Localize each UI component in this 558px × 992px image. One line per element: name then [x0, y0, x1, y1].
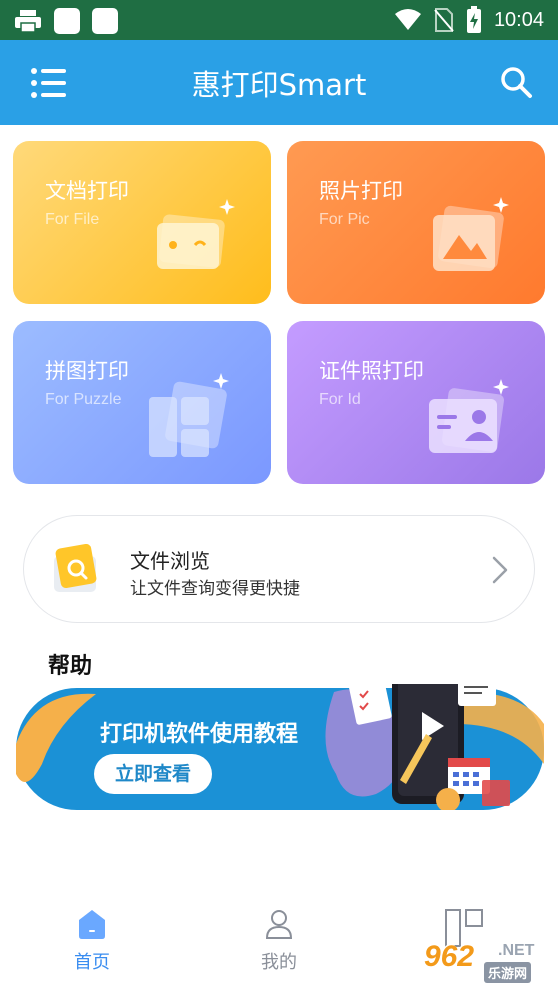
app-bar: 惠打印Smart [0, 40, 558, 125]
file-search-icon [54, 544, 97, 592]
card-title: 照片打印 [319, 179, 403, 203]
status-left [14, 8, 118, 34]
view-now-button[interactable]: 立即查看 [94, 754, 212, 794]
puzzle-grid-icon [149, 373, 229, 457]
file-browse-row[interactable]: 文件浏览 让文件查询变得更快捷 [23, 515, 535, 623]
card-subtitle: For Puzzle [45, 391, 122, 408]
home-icon [79, 910, 105, 939]
photo-print-card[interactable]: 照片打印 For Pic [287, 141, 545, 304]
card-subtitle: For Id [319, 391, 361, 408]
watermark-number: 962 [424, 940, 475, 973]
wifi-icon [394, 9, 421, 30]
tab-label: 我的 [261, 952, 297, 973]
help-heading: 帮助 [48, 654, 93, 679]
notification-icon [54, 8, 80, 34]
battery-charging-icon [466, 6, 481, 33]
watermark-cn: 乐游网 [484, 962, 532, 983]
status-right: 10:04 [394, 6, 544, 34]
file-print-card[interactable]: 文档打印 For File [13, 141, 271, 304]
site-watermark: 962 .NET 乐游网 [424, 940, 552, 986]
card-subtitle: For File [45, 211, 100, 228]
notification-icon [92, 8, 118, 34]
browse-subtitle: 让文件查询变得更快捷 [130, 579, 300, 599]
printer-icon [15, 10, 41, 33]
id-card-icon [429, 379, 509, 453]
status-time: 10:04 [493, 8, 544, 31]
chevron-right-icon [492, 556, 508, 584]
no-sim-icon [434, 8, 454, 32]
app-title: 惠打印Smart [191, 68, 367, 102]
folder-icon [157, 199, 235, 269]
id-photo-print-card[interactable]: 证件照打印 For Id [287, 321, 545, 484]
tab-home[interactable]: 首页 [32, 908, 152, 974]
user-icon [265, 910, 293, 939]
card-title: 拼图打印 [45, 359, 129, 383]
card-title: 文档打印 [45, 179, 129, 203]
watermark-net: .NET [498, 942, 535, 959]
card-title: 证件照打印 [319, 359, 424, 383]
status-bar: 10:04 [0, 0, 558, 40]
banner-title: 打印机软件使用教程 [100, 722, 299, 747]
puzzle-print-card[interactable]: 拼图打印 For Puzzle [13, 321, 271, 484]
card-subtitle: For Pic [319, 211, 370, 228]
tab-label: 首页 [74, 952, 110, 973]
search-icon[interactable] [498, 64, 534, 100]
tutorial-banner[interactable]: 打印机软件使用教程 立即查看 [16, 684, 544, 810]
photo-icon [433, 197, 509, 271]
tab-mine[interactable]: 我的 [219, 908, 339, 974]
browse-title: 文件浏览 [130, 549, 210, 573]
